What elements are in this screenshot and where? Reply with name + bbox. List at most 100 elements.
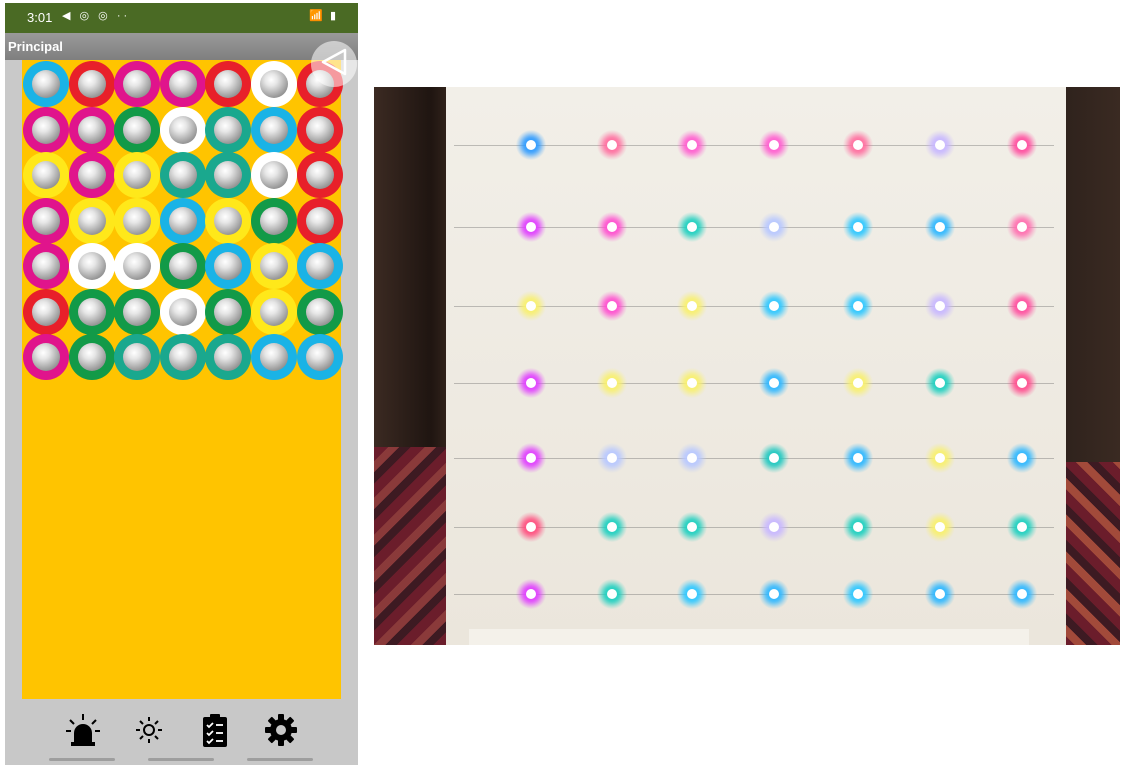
alarm-light-icon[interactable] (65, 712, 101, 748)
led-button[interactable] (296, 106, 343, 153)
led-button[interactable] (114, 61, 161, 107)
led-button[interactable] (159, 61, 206, 107)
led-button[interactable] (205, 243, 252, 289)
photo-led-core (935, 589, 945, 599)
photo-led-core (687, 589, 697, 599)
photo-led-core (607, 222, 617, 232)
photo-led-core (769, 378, 779, 388)
led-button[interactable] (23, 334, 69, 380)
led-button[interactable] (159, 288, 206, 335)
led-bulb (305, 252, 334, 280)
photo-led (516, 130, 546, 160)
led-button[interactable] (68, 152, 115, 198)
led-button[interactable] (205, 288, 252, 335)
led-bulb (214, 115, 243, 144)
photo-led-core (769, 222, 779, 232)
led-button[interactable] (23, 152, 69, 198)
led-button[interactable] (159, 152, 206, 198)
photo-led (759, 512, 789, 542)
status-signal-battery-icons: 📶 ▮ (309, 10, 338, 22)
led-button[interactable] (296, 152, 343, 198)
photo-led-core (1017, 378, 1027, 388)
led-bulb (32, 161, 60, 189)
led-bulb (214, 206, 243, 235)
photo-led (925, 579, 955, 609)
led-button[interactable] (114, 334, 161, 380)
photo-led-core (607, 140, 617, 150)
photo-led (759, 291, 789, 321)
led-button[interactable] (68, 243, 115, 289)
led-button[interactable] (205, 334, 252, 380)
led-button[interactable] (251, 288, 297, 335)
led-button[interactable] (159, 106, 206, 153)
led-button[interactable] (114, 152, 161, 198)
photo-led-core (935, 222, 945, 232)
back-icon[interactable] (311, 41, 357, 87)
led-button[interactable] (114, 106, 161, 153)
led-button[interactable] (23, 197, 69, 244)
photo-led-core (526, 301, 536, 311)
status-bar: 3:01 ◀ ◎ ◎ ·· 📶 ▮ (5, 3, 358, 33)
led-button[interactable] (23, 61, 69, 107)
led-button[interactable] (205, 61, 252, 107)
led-bulb (168, 161, 197, 189)
led-button[interactable] (114, 243, 161, 289)
led-button[interactable] (251, 334, 297, 380)
led-button[interactable] (68, 288, 115, 335)
brightness-icon[interactable] (131, 712, 167, 748)
led-button[interactable] (251, 106, 297, 153)
led-button[interactable] (296, 197, 343, 244)
photo-led (677, 579, 707, 609)
clipboard-check-icon[interactable] (197, 712, 233, 748)
led-bulb (168, 297, 197, 326)
led-bulb (260, 161, 288, 189)
led-button[interactable] (251, 243, 297, 289)
photo-led-core (935, 140, 945, 150)
photo-led (677, 443, 707, 473)
led-button[interactable] (68, 106, 115, 153)
led-button[interactable] (23, 106, 69, 153)
led-button[interactable] (114, 197, 161, 244)
led-bulb (214, 252, 243, 280)
led-button[interactable] (205, 106, 252, 153)
photo-led (843, 291, 873, 321)
led-button[interactable] (68, 197, 115, 244)
photo-led-core (1017, 589, 1027, 599)
led-bulb (77, 206, 106, 235)
led-bulb (168, 115, 197, 144)
photo-led-core (687, 453, 697, 463)
page-title: Principal (8, 39, 63, 54)
led-button[interactable] (159, 197, 206, 244)
photo-led (843, 512, 873, 542)
led-button[interactable] (68, 334, 115, 380)
led-button[interactable] (296, 288, 343, 335)
photo-led-core (1017, 301, 1027, 311)
photo-led-core (1017, 453, 1027, 463)
led-bulb (305, 206, 334, 235)
led-button[interactable] (205, 197, 252, 244)
photo-led (677, 130, 707, 160)
photo-led-core (607, 301, 617, 311)
photo-led (843, 443, 873, 473)
led-button[interactable] (23, 243, 69, 289)
led-button[interactable] (159, 243, 206, 289)
led-button[interactable] (251, 61, 297, 107)
led-button[interactable] (251, 152, 297, 198)
photo-led-core (687, 222, 697, 232)
led-bulb (305, 161, 334, 189)
led-button[interactable] (296, 243, 343, 289)
settings-gear-icon[interactable] (263, 712, 299, 748)
photo-led (1007, 212, 1037, 242)
led-button[interactable] (296, 334, 343, 380)
led-bulb (32, 343, 60, 371)
photo-led (597, 130, 627, 160)
led-button[interactable] (251, 197, 297, 244)
led-button[interactable] (68, 61, 115, 107)
led-button[interactable] (114, 288, 161, 335)
led-bulb (77, 70, 106, 98)
led-bulb (214, 70, 243, 98)
photo-led-core (853, 140, 863, 150)
led-button[interactable] (205, 152, 252, 198)
led-button[interactable] (159, 334, 206, 380)
led-button[interactable] (23, 288, 69, 335)
